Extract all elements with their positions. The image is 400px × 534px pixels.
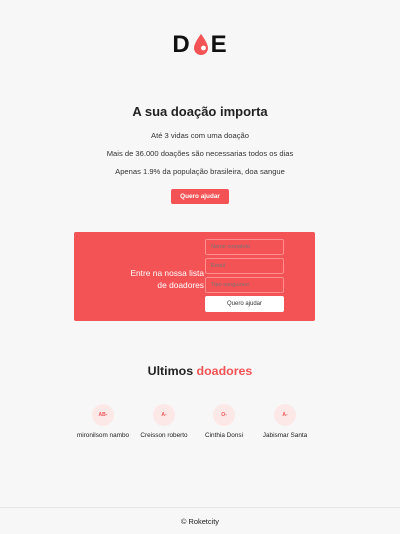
logo: D E	[0, 33, 400, 57]
donor-name: Jabismar Santa	[262, 432, 308, 439]
blood-drop-icon	[192, 33, 210, 57]
blood-drop-badge-icon: AB-	[92, 404, 114, 426]
intro-line-1: Até 3 vidas com uma doação	[151, 131, 249, 140]
intro-line-3: Apenas 1.9% da população brasileira, doa…	[115, 167, 285, 176]
donor-blood-type: AB-	[98, 412, 108, 418]
page-title: A sua doação importa	[132, 104, 268, 119]
donor-item: A- Jabismar Santa	[245, 404, 325, 439]
signup-form: Quero ajudar	[205, 239, 285, 312]
submit-button[interactable]: Quero ajudar	[205, 296, 284, 312]
blood-drop-badge-icon: O-	[213, 404, 235, 426]
logo-letter-d: D	[172, 31, 191, 58]
signup-card: Entre na nossa lista de doadores Quero a…	[74, 232, 315, 321]
donors-title-accent: doadores	[196, 364, 253, 378]
footer: © Roketcity	[0, 507, 400, 534]
donors-title-main: Ultimos	[147, 364, 194, 378]
blood-drop-badge-icon: A-	[274, 404, 296, 426]
donor-blood-type: A-	[282, 412, 288, 418]
page: D E A sua doação importa Até 3 vidas com…	[0, 0, 400, 534]
logo-letter-e: E	[210, 31, 228, 58]
blood-type-field[interactable]	[205, 277, 284, 293]
help-button[interactable]: Quero ajudar	[171, 189, 229, 204]
donor-blood-type: O-	[221, 412, 227, 418]
blood-drop-badge-icon: A-	[153, 404, 175, 426]
signup-text-line-2: de doadores	[157, 280, 204, 290]
donors-title: Ultimos doadores	[0, 364, 400, 378]
email-field[interactable]	[205, 258, 284, 274]
donor-blood-type: A-	[161, 412, 167, 418]
intro-line-2: Mais de 36.000 doações são necessarias t…	[106, 149, 294, 158]
intro-section: A sua doação importa Até 3 vidas com uma…	[0, 104, 400, 204]
name-field[interactable]	[205, 239, 284, 255]
signup-text: Entre na nossa lista de doadores	[94, 267, 204, 291]
signup-text-line-1: Entre na nossa lista	[130, 268, 204, 278]
